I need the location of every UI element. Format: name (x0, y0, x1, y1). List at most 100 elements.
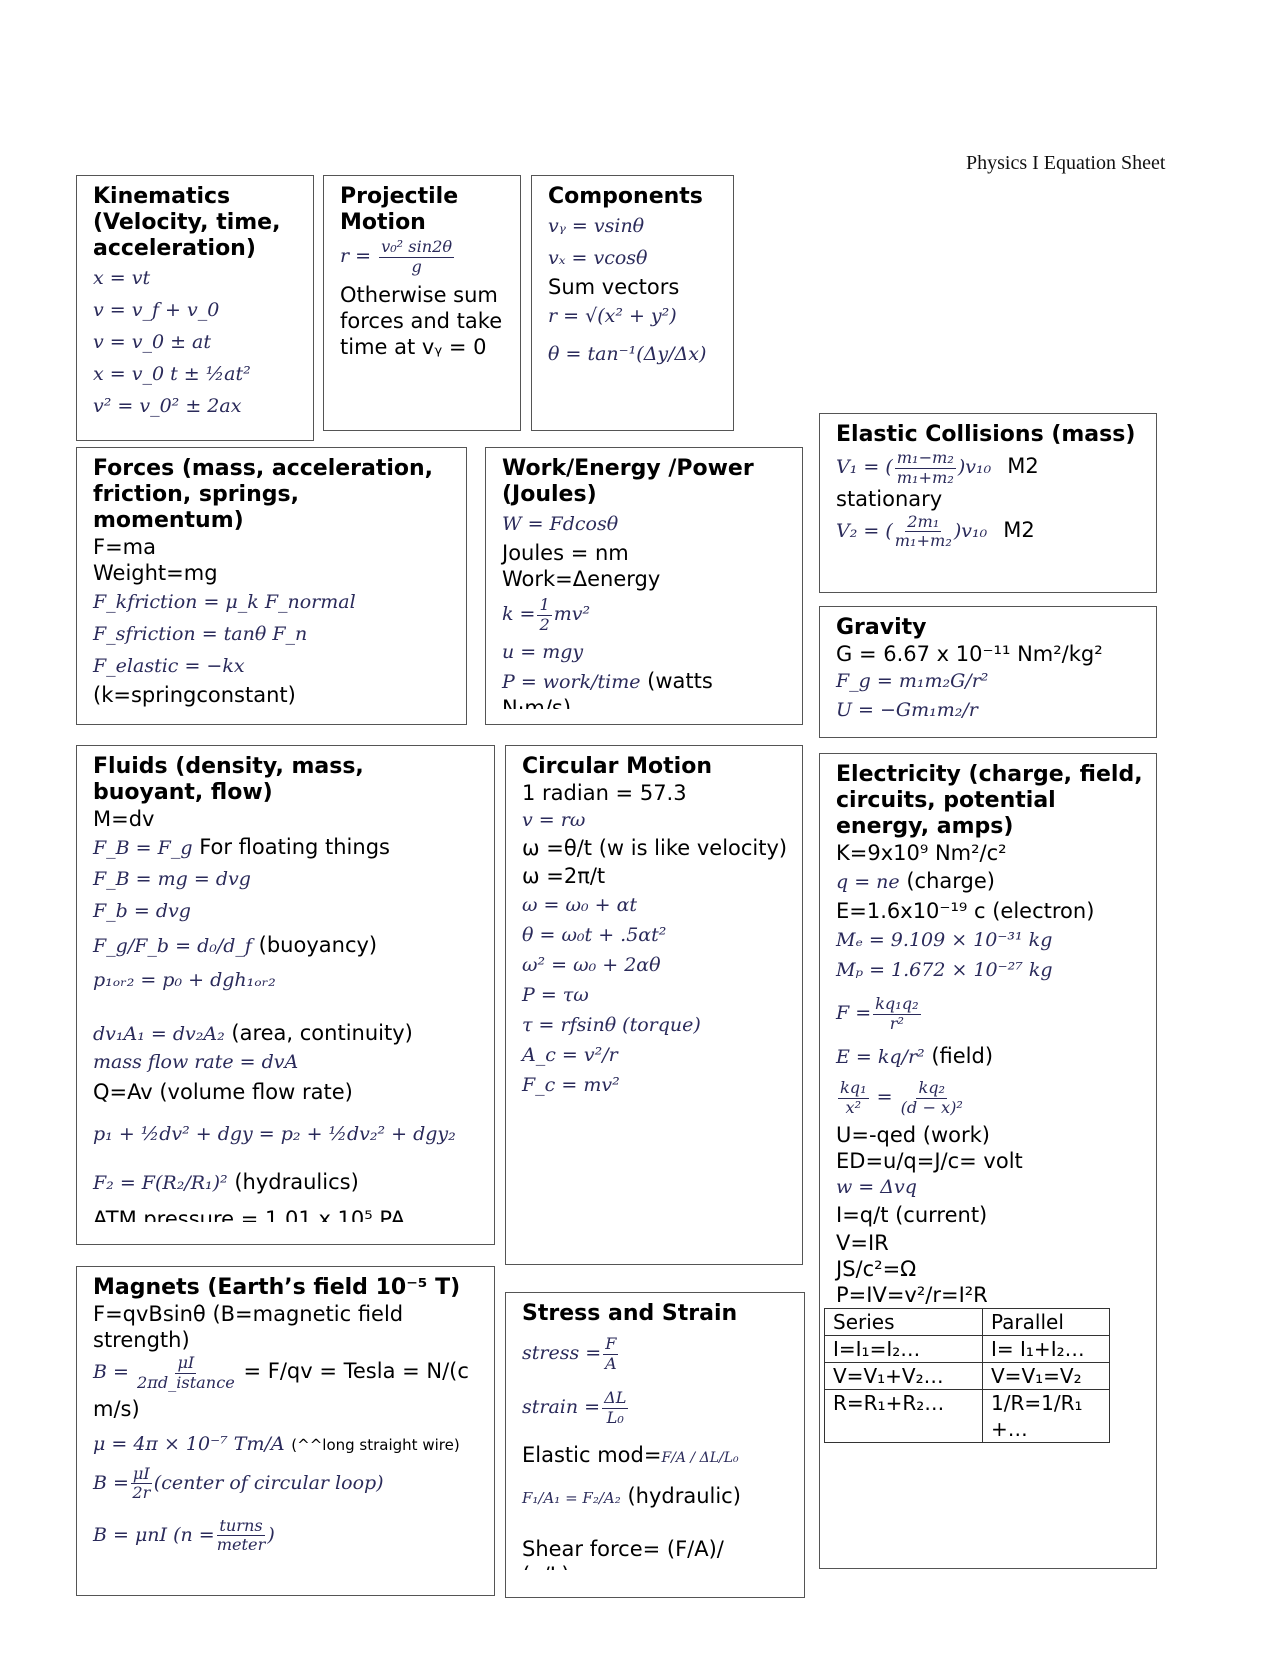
strain-equation: strain = ΔL L₀ (522, 1379, 794, 1435)
equation-lhs: B = (93, 1471, 129, 1494)
fraction: v₀² sin2θ g (379, 239, 455, 274)
clipped-text: N·m/s) (502, 696, 572, 709)
fraction: μI 2πd_istance (137, 1355, 235, 1390)
text-line: dv₁A₁ = dv₂A₂ (area, continuity) (93, 1018, 484, 1049)
equation: W = Fdcosθ (502, 513, 619, 535)
text-line: P=IV=v²/r=I²R (836, 1283, 988, 1307)
equation-rhs: (center of circular loop) (153, 1471, 384, 1494)
magnets-title: Magnets (Earth’s field 10⁻⁵ T) (93, 1275, 461, 1300)
equation: v = rω (522, 809, 586, 831)
table-header: Series (824, 1308, 983, 1336)
equation: p₁ + ½dv² + dgy = p₂ + ½dv₂² + dgy₂ (93, 1123, 456, 1145)
equation: vᵧ = vsinθ (548, 215, 645, 237)
numerator: F (603, 1334, 619, 1355)
equation: F_b = dvg (93, 900, 191, 922)
numerator: kq₂ (916, 1078, 948, 1099)
components-box: Components vᵧ = vsinθ vₓ = vcosθ Sum vec… (531, 175, 734, 431)
kinematics-box: Kinematics (Velocity, time, acceleration… (76, 175, 314, 441)
table-cell: R=R₁+R₂… (824, 1389, 983, 1443)
equation-lhs: V₁ = ( (836, 456, 893, 478)
table-cell: I= I₁+I₂… (982, 1335, 1110, 1363)
text-line: M=dv (93, 807, 155, 831)
text: (buoyancy) (258, 933, 378, 957)
projectile-title: Projectile Motion (340, 184, 459, 235)
equation: P = work/time (502, 671, 641, 693)
equation: u = mgy (502, 641, 584, 663)
equation-rhs: mv² (553, 603, 591, 625)
equation: Mₑ = 9.109 × 10⁻³¹ kg (836, 929, 1053, 951)
elastic-collisions-box: Elastic Collisions (mass) V₁ = (m₁−m₂ m₁+… (819, 413, 1157, 593)
fraction: kq₁ x² (838, 1080, 869, 1115)
equation: F_kfriction = μ_k F_normal (93, 591, 356, 613)
text-line: ω =2π/t (522, 864, 606, 888)
denominator: L₀ (606, 1407, 624, 1427)
text-line: ω =θ/t (w is like velocity) (522, 836, 788, 860)
text: (watts (647, 669, 713, 693)
text-line: q = ne (charge) (836, 866, 1146, 897)
text-line: E = kq/r² (field) (836, 1041, 1146, 1072)
numerator: turns (217, 1516, 265, 1537)
equation: v² = v_0² ± 2ax (93, 395, 242, 417)
circuit-table: Series Parallel I=I₁=I₂… I= I₁+I₂… V=V₁+… (824, 1308, 1110, 1443)
text: (field) (931, 1044, 994, 1068)
hydraulic-line: F₁/A₁ = F₂/A₂ (hydraulic) (522, 1478, 794, 1516)
fraction: 2m₁ m₁+m₂ (894, 513, 952, 551)
denominator: x² (845, 1097, 862, 1117)
equation: p₁ₒᵣ₂ = p₀ + dgh₁ₒᵣ₂ (93, 969, 276, 991)
equation-lhs: B = (93, 1361, 129, 1383)
fraction: FA (603, 1334, 619, 1371)
forces-box: Forces (mass, acceleration, friction, sp… (76, 447, 467, 725)
equation-rhs: )v₁₀ (957, 456, 992, 478)
equation: dv₁A₁ = dv₂A₂ (93, 1023, 225, 1045)
stress-strain-box: Stress and Strain stress = F A strain = ΔL L… (505, 1292, 805, 1598)
numerator: 1 (537, 595, 552, 616)
clipped-text: ATM pressure = 1.01 x 10⁵ PA (93, 1207, 406, 1222)
equation: mass flow rate = dvA (93, 1051, 299, 1073)
forces-title: Forces (mass, acceleration, friction, sp… (93, 456, 434, 533)
denominator: meter (216, 1535, 266, 1555)
fluids-title: Fluids (density, mass, buoyant, flow) (93, 754, 364, 805)
text-line: F=qvBsinθ (B=magnetic field strength) (93, 1302, 404, 1352)
equation: P = τω (522, 984, 589, 1006)
equation: U = −Gm₁m₂/r (836, 699, 978, 721)
stress-equation: stress = F A (522, 1327, 794, 1379)
text-line: U=-qed (work) (836, 1123, 991, 1147)
equation: vₓ = vcosθ (548, 247, 648, 269)
equation: θ = tan⁻¹(Δy/Δx) (548, 343, 707, 365)
equation: F₂ = F(R₂/R₁)² (93, 1172, 228, 1194)
text-line: JS/c²=Ω (836, 1257, 917, 1281)
denominator: m₁+m₂ (894, 531, 952, 551)
numerator: μI (130, 1464, 152, 1485)
equation: ω = ω₀ + αt (522, 894, 638, 916)
equation: Mₚ = 1.672 × 10⁻²⁷ kg (836, 959, 1053, 981)
text-line: Shear force= (F/A)/ (522, 1537, 724, 1561)
denominator: 2r (132, 1483, 151, 1503)
projectile-box: Projectile Motion r = v₀² sin2θ g Otherw… (323, 175, 521, 431)
equation: F_c = mv² (522, 1074, 620, 1096)
work-energy-box: Work/Energy /Power (Joules) W = Fdcosθ J… (485, 447, 803, 725)
denominator: r² (889, 1013, 904, 1033)
power-line: P = work/time (watts (502, 668, 792, 695)
equation: E = kq/r² (836, 1046, 925, 1068)
text-line: F_B = F_g For floating things (93, 832, 484, 863)
solenoid-equation: B = μnI (n = turns meter) (93, 1509, 484, 1561)
text: Elastic mod= (522, 1443, 662, 1467)
table-row: I=I₁=I₂… I= I₁+I₂… (824, 1335, 1110, 1363)
equation: B = μI 2πd_istance (93, 1355, 237, 1390)
equation-lhs: B = μnI (n = (93, 1523, 215, 1546)
document-title: Physics I Equation Sheet (966, 152, 1166, 174)
kinematics-title: Kinematics (Velocity, time, acceleration… (93, 184, 281, 261)
equation: q = ne (836, 871, 900, 893)
equation: F/A / ΔL/L₀ (661, 1450, 739, 1466)
suffix: M2 (1003, 517, 1035, 542)
stress-title: Stress and Strain (522, 1301, 738, 1326)
equation: F_g = m₁m₂G/r² (836, 670, 989, 692)
table-row: R=R₁+R₂… 1/R=1/R₁ +… (824, 1389, 1110, 1443)
text-line: F=ma (93, 535, 156, 559)
mu-line: μ = 4π × 10⁻⁷ Tm/A (^^long straight wire… (93, 1431, 484, 1457)
clipped-text: (x/L) (522, 1562, 794, 1570)
fraction: μI 2r (130, 1464, 152, 1503)
equation: F_B = mg = dvg (93, 868, 251, 890)
text-line: F_g/F_b = d₀/d_f (buoyancy) (93, 927, 484, 964)
equation: F_g/F_b = d₀/d_f (93, 935, 252, 957)
